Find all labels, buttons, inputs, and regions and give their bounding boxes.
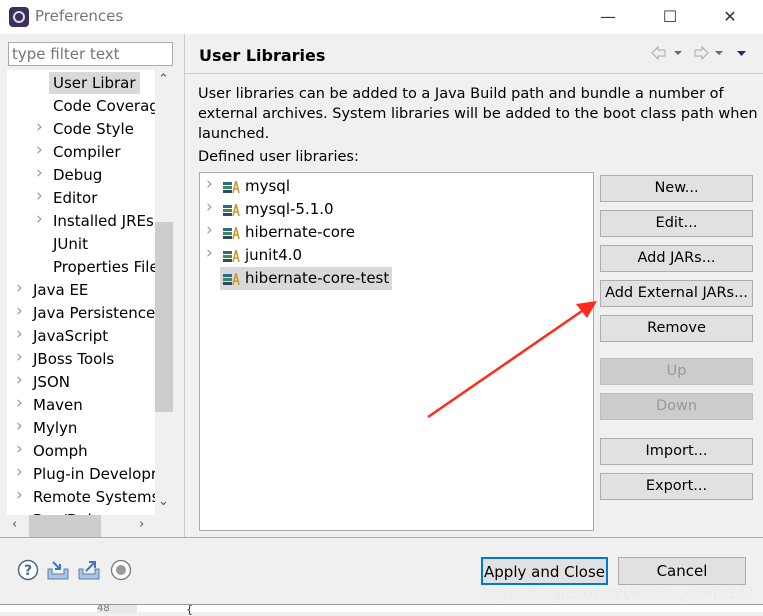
tree-item[interactable]: Properties File (49, 256, 155, 278)
tree-item[interactable]: JSON (29, 371, 74, 393)
remove-button[interactable]: Remove (600, 315, 753, 342)
library-item[interactable]: junit4.0 (220, 244, 305, 267)
tree-item[interactable]: Debug (49, 164, 106, 186)
tree-item[interactable]: Mylyn (29, 417, 81, 439)
filter-input[interactable] (8, 42, 173, 66)
forward-arrow-icon[interactable] (694, 45, 709, 61)
tree-item[interactable]: Editor (49, 187, 101, 209)
tree-item[interactable]: Installed JREs (49, 210, 155, 232)
tree-item[interactable]: Plug-in Developr (29, 463, 155, 485)
expand-chevron-icon[interactable]: › (36, 209, 43, 229)
svg-text:?: ? (24, 563, 32, 579)
scroll-right-icon[interactable]: › (139, 517, 144, 532)
editor-text: { (186, 603, 193, 616)
expand-chevron-icon[interactable]: › (16, 439, 23, 459)
expand-chevron-icon[interactable]: › (16, 416, 23, 436)
expand-chevron-icon[interactable]: › (16, 462, 23, 482)
library-name: hibernate-core-test (245, 269, 390, 287)
watermark: https://blog.csdn.net/weixin_41969587 (482, 586, 756, 602)
expand-chevron-icon[interactable]: › (16, 347, 23, 367)
view-menu-icon[interactable] (737, 51, 746, 56)
library-name: mysql-5.1.0 (245, 200, 334, 218)
edit-button[interactable]: Edit... (600, 210, 753, 237)
preferences-tree[interactable]: User Librar Code Coverag › Code Style › Compi… (7, 70, 155, 515)
scroll-left-icon[interactable]: ‹ (12, 517, 17, 532)
scroll-up-icon[interactable]: ⌃ (158, 72, 169, 87)
library-name: hibernate-core (245, 223, 356, 241)
expand-chevron-icon[interactable]: › (16, 508, 23, 515)
back-dropdown-icon[interactable] (674, 51, 682, 55)
tree-item[interactable]: Code Coverag (49, 95, 155, 117)
library-icon (223, 272, 240, 285)
forward-dropdown-icon[interactable] (715, 51, 723, 55)
expand-chevron-icon[interactable]: › (36, 140, 43, 160)
library-item[interactable]: mysql (220, 175, 293, 198)
window-title: Preferences (35, 7, 124, 25)
tree-item[interactable]: Oomph (29, 440, 92, 462)
title-bar: Preferences — ☐ ✕ (0, 0, 763, 34)
page-title: User Libraries (199, 46, 326, 65)
expand-chevron-icon[interactable]: › (36, 163, 43, 183)
new-button[interactable]: New... (600, 175, 753, 202)
sash-divider[interactable] (184, 34, 185, 537)
add-external-jars-button[interactable]: Add External JARs... (600, 280, 753, 307)
library-item[interactable]: mysql-5.1.0 (220, 198, 337, 221)
eclipse-app-icon (9, 7, 29, 27)
library-icon (223, 226, 240, 239)
record-icon[interactable] (110, 559, 132, 581)
expand-chevron-icon[interactable]: › (206, 220, 213, 240)
import-preferences-icon[interactable] (47, 559, 69, 581)
add-jars-button[interactable]: Add JARs... (600, 245, 753, 272)
expand-chevron-icon[interactable]: › (16, 301, 23, 321)
export-button[interactable]: Export... (600, 473, 753, 500)
expand-chevron-icon[interactable]: › (206, 174, 213, 194)
expand-chevron-icon[interactable]: › (206, 197, 213, 217)
page-description: User libraries can be added to a Java Bu… (198, 86, 758, 142)
user-libraries-list[interactable]: › mysql › mysql-5.1.0 › hibernate-core › junit4… (199, 172, 594, 531)
vertical-scroll-thumb[interactable] (155, 222, 173, 412)
footer-separator (0, 537, 763, 538)
cancel-button[interactable]: Cancel (618, 557, 746, 585)
close-button[interactable]: ✕ (715, 4, 745, 30)
expand-chevron-icon[interactable]: › (206, 243, 213, 263)
library-item[interactable]: hibernate-core (220, 221, 358, 244)
tree-item[interactable]: Java EE (29, 279, 92, 301)
back-arrow-icon[interactable] (651, 45, 666, 61)
up-button[interactable]: Up (600, 358, 753, 385)
library-name: mysql (245, 177, 290, 195)
export-preferences-icon[interactable] (78, 559, 100, 581)
library-name: junit4.0 (245, 246, 303, 264)
expand-chevron-icon[interactable]: › (16, 278, 23, 298)
tree-item[interactable]: User Librar (49, 72, 140, 94)
maximize-button[interactable]: ☐ (655, 4, 685, 30)
tree-item[interactable]: Java Persistence (29, 302, 155, 324)
tree-item[interactable]: JBoss Tools (29, 348, 118, 370)
tree-item[interactable]: JavaScript (29, 325, 112, 347)
minimize-button[interactable]: — (593, 4, 623, 30)
library-icon (223, 203, 240, 216)
help-icon[interactable]: ? (17, 559, 39, 581)
tree-item[interactable]: Code Style (49, 118, 138, 140)
library-icon (223, 249, 240, 262)
expand-chevron-icon[interactable]: › (16, 324, 23, 344)
expand-chevron-icon[interactable]: › (36, 186, 43, 206)
tree-item[interactable]: JUnit (49, 233, 92, 255)
history-nav (651, 45, 746, 61)
horizontal-scroll-thumb[interactable] (29, 515, 101, 537)
expand-chevron-icon[interactable]: › (16, 393, 23, 413)
tree-item[interactable]: Remote Systems (29, 486, 155, 508)
down-button[interactable]: Down (600, 393, 753, 420)
library-item[interactable]: hibernate-core-test (220, 267, 393, 290)
background-editor-strip: 48 { (0, 603, 763, 616)
expand-chevron-icon[interactable]: › (16, 485, 23, 505)
library-icon (223, 180, 240, 193)
expand-chevron-icon[interactable]: › (16, 370, 23, 390)
import-button[interactable]: Import... (600, 438, 753, 465)
tree-item[interactable]: Compiler (49, 141, 125, 163)
tree-item[interactable]: Maven (29, 394, 87, 416)
scroll-down-icon[interactable]: ⌄ (158, 494, 169, 509)
expand-chevron-icon[interactable]: › (36, 117, 43, 137)
defined-libraries-label: Defined user libraries: (198, 149, 359, 165)
apply-and-close-button[interactable]: Apply and Close (481, 557, 608, 585)
